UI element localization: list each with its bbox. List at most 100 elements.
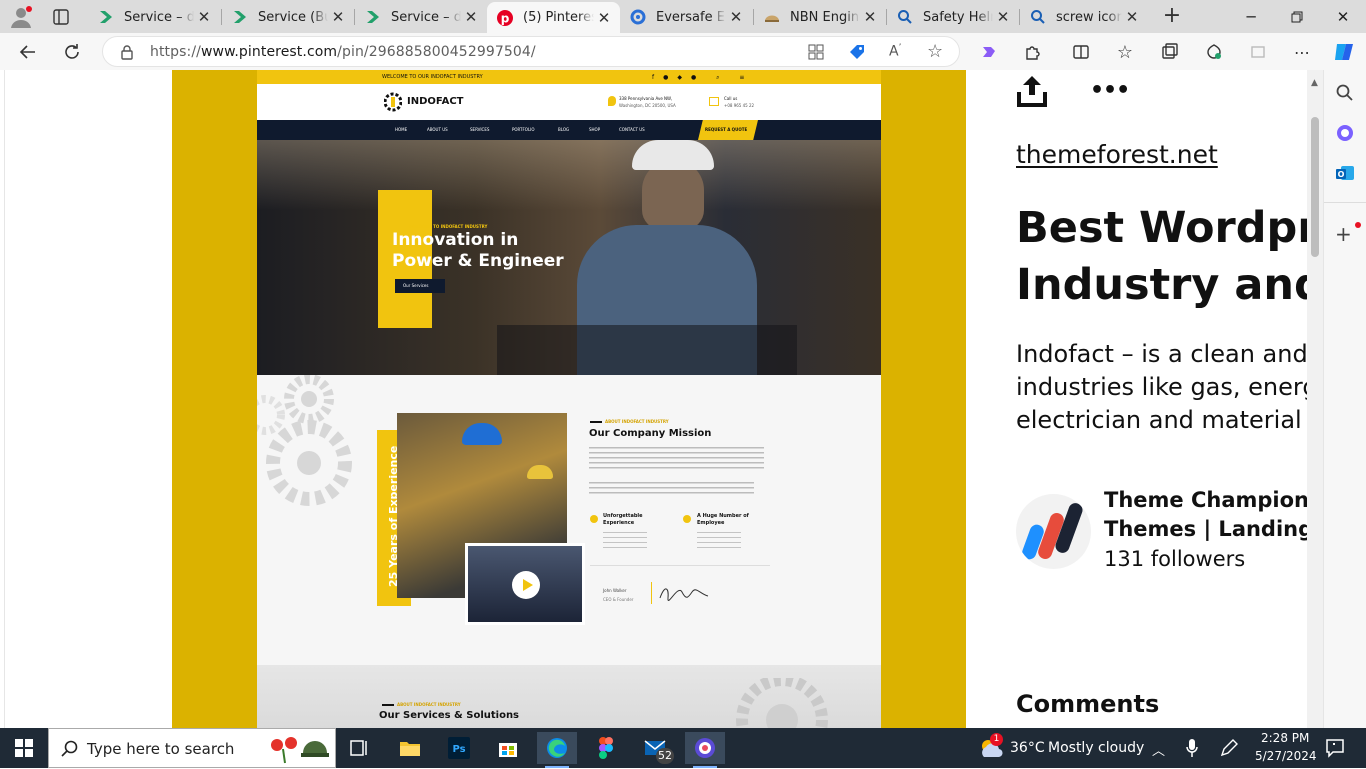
favorites-icon[interactable]: ☆	[1109, 36, 1141, 68]
pinterest-icon: p	[497, 9, 513, 26]
close-window-button[interactable]: ✕	[1320, 0, 1366, 33]
close-icon[interactable]: ✕	[993, 7, 1013, 27]
close-icon[interactable]: ✕	[194, 7, 214, 27]
close-icon[interactable]: ✕	[328, 7, 348, 27]
tab-pinterest[interactable]: p (5) Pinterest ✕	[487, 2, 620, 33]
flowers-helmet-icon	[265, 733, 331, 765]
microphone-icon[interactable]	[1185, 738, 1199, 762]
photoshop-icon[interactable]: Ps	[439, 732, 479, 764]
address-bar[interactable]: https://www.pinterest.com/pin/2968858004…	[102, 36, 960, 67]
mock-call-number: +08 965 45 22	[724, 103, 755, 108]
scroll-up-icon[interactable]: ▲	[1311, 78, 1318, 88]
split-screen-icon[interactable]	[1065, 36, 1097, 68]
browser-essentials-icon[interactable]	[1198, 36, 1230, 68]
search-placeholder: Type here to search	[87, 740, 235, 758]
author-name-line1[interactable]: Theme Champion | B	[1104, 488, 1307, 512]
extensions-icon[interactable]	[1017, 36, 1049, 68]
clock-time[interactable]: 2:28 PM	[1261, 731, 1309, 745]
author-name-line2[interactable]: Themes | Landing Pa	[1104, 517, 1307, 541]
tab-safety-helmet[interactable]: Safety Helme ✕	[887, 2, 1019, 32]
page-scrollbar[interactable]: ▲	[1307, 70, 1323, 728]
outlook-icon[interactable]: O	[1335, 163, 1355, 187]
minimize-button[interactable]: ─	[1228, 0, 1274, 33]
mock-topbar-text: WELCOME TO OUR INDOFACT INDUSTRY	[382, 74, 483, 80]
search-icon	[897, 9, 913, 25]
tab-title: (5) Pinterest	[523, 10, 594, 25]
signature-image	[657, 582, 712, 604]
edge-taskbar-icon[interactable]	[537, 732, 577, 768]
tab-service-dev-2[interactable]: Service – dev ✕	[355, 2, 487, 32]
pen-icon[interactable]	[1219, 738, 1239, 762]
close-icon[interactable]: ✕	[726, 7, 746, 27]
mock-address-1: 338 Pennsylvania Ave NW,	[619, 96, 673, 101]
mock-nav-item: BLOG	[558, 127, 570, 132]
mock-nav-item: CONTACT US	[619, 127, 645, 132]
screenshot-icon[interactable]	[1242, 36, 1274, 68]
mock-hero-button: Our Services	[403, 283, 429, 288]
taskbar-search-box[interactable]: Type here to search	[48, 728, 336, 768]
svg-text:O: O	[1338, 170, 1345, 179]
refresh-icon[interactable]	[56, 36, 88, 68]
pin-image[interactable]: WELCOME TO OUR INDOFACT INDUSTRY f●◆● ⌕ …	[172, 70, 966, 728]
notifications-icon[interactable]	[1325, 738, 1345, 762]
tab-screw-icons[interactable]: screw icons ✕	[1020, 2, 1148, 32]
close-icon[interactable]: ✕	[461, 7, 481, 27]
back-icon[interactable]	[12, 36, 44, 68]
pin-page: WELCOME TO OUR INDOFACT INDUSTRY f●◆● ⌕ …	[0, 70, 1323, 728]
weather-text[interactable]: Mostly cloudy	[1048, 740, 1144, 756]
close-icon[interactable]: ✕	[860, 7, 880, 27]
profile-icon[interactable]	[8, 5, 34, 29]
copilot-icon[interactable]	[1328, 36, 1360, 68]
mock-nav-item: HOME	[395, 127, 408, 132]
app-available-icon[interactable]	[808, 44, 824, 64]
temperature[interactable]: 36°C	[1010, 740, 1045, 756]
copilot-extension-icon[interactable]	[973, 36, 1005, 68]
close-icon[interactable]: ✕	[1122, 7, 1142, 27]
task-view-icon[interactable]	[340, 732, 380, 764]
mock-hero-line1: Innovation in	[392, 230, 519, 250]
weather-icon[interactable]: 1	[978, 733, 1004, 759]
windows-start-icon[interactable]	[4, 732, 44, 764]
avatar[interactable]	[1016, 494, 1091, 569]
url-text[interactable]: https://www.pinterest.com/pin/2968858004…	[150, 44, 536, 60]
figma-icon[interactable]	[586, 732, 626, 764]
close-icon[interactable]: ✕	[594, 8, 614, 28]
tab-service-build[interactable]: Service (Build ✕	[222, 2, 354, 32]
pin-description-line2: industries like gas, energy,	[1016, 373, 1307, 401]
share-icon[interactable]	[1016, 74, 1048, 108]
notification-dot	[1355, 222, 1361, 228]
microsoft-store-icon[interactable]	[488, 732, 528, 764]
tab-service-dev-1[interactable]: Service – dev ✕	[88, 2, 220, 32]
pin-source-link[interactable]: themeforest.net	[1016, 140, 1218, 169]
tab-eversafe[interactable]: Eversafe Eng ✕	[620, 2, 752, 32]
favorite-star-icon[interactable]: ☆	[927, 41, 943, 62]
collections-icon[interactable]	[1154, 36, 1186, 68]
tab-nbn-engineering[interactable]: NBN Enginee ✕	[754, 2, 886, 32]
mail-icon[interactable]: 52	[636, 732, 676, 764]
chevron-up-icon[interactable]: ︿	[1152, 740, 1165, 759]
mock-feature1-1: Unforgettable	[603, 513, 643, 519]
settings-more-icon[interactable]: ⋯	[1286, 36, 1318, 68]
clock-date[interactable]: 5/27/2024	[1255, 749, 1317, 763]
restore-button[interactable]	[1274, 0, 1320, 33]
add-app-icon[interactable]: +	[1335, 224, 1352, 244]
phone-icon	[709, 97, 719, 106]
tab-actions-icon[interactable]	[52, 8, 70, 26]
scrollbar-thumb[interactable]	[1311, 117, 1319, 257]
search-icon[interactable]	[1335, 83, 1355, 107]
file-explorer-icon[interactable]	[390, 732, 430, 764]
new-tab-button[interactable]: +	[1160, 5, 1184, 29]
tab-title: Service (Build	[258, 9, 328, 25]
mock-signer-role: CEO & Founder	[603, 597, 634, 602]
shopping-tag-icon[interactable]	[848, 43, 866, 65]
discord-like-icon[interactable]	[685, 732, 725, 768]
edge-sidebar: O +	[1323, 70, 1366, 728]
copilot-app-icon[interactable]	[1335, 123, 1355, 147]
read-aloud-icon[interactable]: Aʼ	[889, 43, 901, 60]
tab-title: Eversafe Eng	[656, 9, 726, 25]
mock-hero-small: WELCOME TO INDOFACT INDUSTRY	[409, 224, 488, 229]
lock-icon[interactable]	[120, 44, 134, 64]
more-options-icon[interactable]: •••	[1090, 78, 1130, 103]
comments-heading: Comments	[1016, 690, 1160, 718]
tab-bar: Service – dev ✕ Service (Build ✕ Service…	[0, 0, 1366, 33]
